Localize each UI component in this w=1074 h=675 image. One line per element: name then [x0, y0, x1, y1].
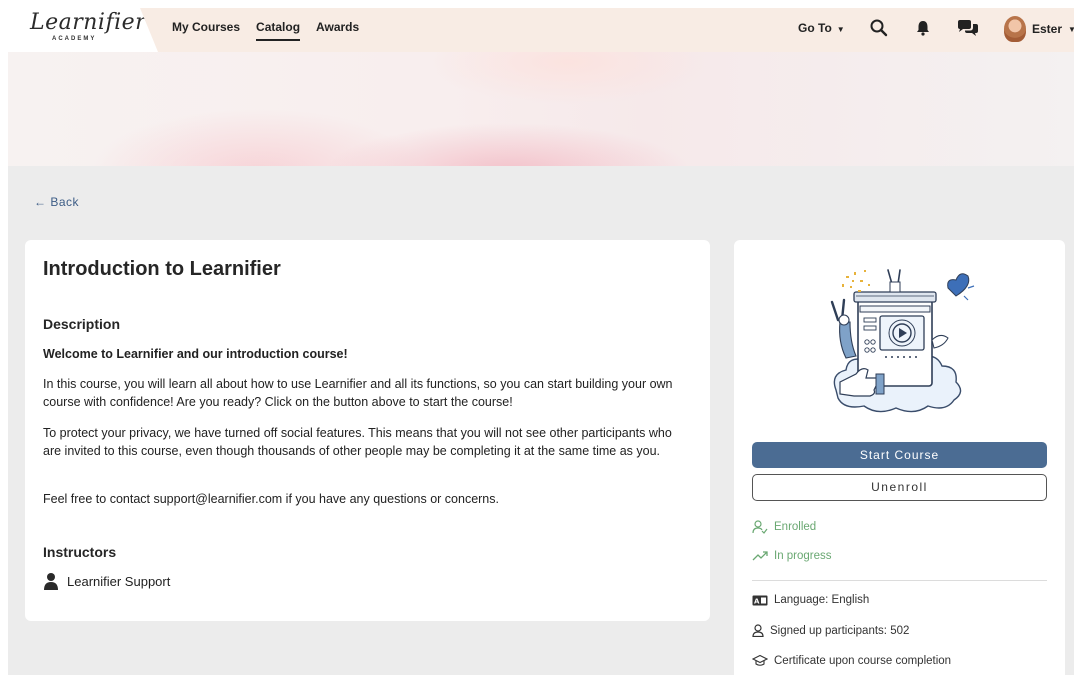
nav-catalog[interactable]: Catalog: [256, 20, 301, 41]
certificate-info: Certificate upon course completion: [752, 654, 951, 667]
svg-text:A: A: [754, 597, 760, 605]
user-check-icon: [752, 520, 768, 534]
certificate-label: Certificate upon course completion: [774, 654, 952, 667]
instructors-heading: Instructors: [43, 544, 117, 560]
user-name: Ester: [1032, 22, 1063, 36]
hero-banner: [8, 52, 1074, 166]
user-menu[interactable]: Ester ▼: [1004, 16, 1074, 42]
course-title: Introduction to Learnifier: [43, 258, 281, 280]
app-frame: Learnifier ACADEMY My Courses Catalog Aw…: [8, 8, 1074, 675]
graduation-cap-icon: [752, 654, 768, 666]
course-sidebar-card: Start Course Unenroll Enrolled In progre…: [734, 240, 1065, 675]
description-heading: Description: [43, 316, 121, 332]
nav-awards[interactable]: Awards: [316, 20, 359, 41]
search-icon[interactable]: [869, 18, 889, 38]
progress-status: In progress: [752, 550, 832, 562]
person-icon: [752, 624, 764, 637]
description-paragraph-3: Feel free to contact support@learnifier.…: [43, 492, 499, 506]
goto-menu[interactable]: Go To ▼: [798, 21, 845, 35]
instructor-item: Learnifier Support: [43, 572, 170, 590]
participants-info: Signed up participants: 502: [752, 624, 909, 637]
nav-my-courses[interactable]: My Courses: [172, 20, 240, 41]
chevron-down-icon: ▼: [836, 25, 845, 34]
top-navigation: Learnifier ACADEMY My Courses Catalog Aw…: [8, 8, 1074, 52]
start-course-button[interactable]: Start Course: [752, 442, 1047, 468]
trend-up-icon: [752, 551, 768, 561]
unenroll-button[interactable]: Unenroll: [752, 474, 1047, 501]
language-label: Language: English: [774, 594, 870, 606]
course-illustration: [830, 269, 975, 413]
language-icon: A: [752, 595, 768, 605]
participants-label: Signed up participants: 502: [770, 624, 910, 637]
progress-label: In progress: [774, 550, 832, 562]
description-paragraph-2: To protect your privacy, we have turned …: [43, 426, 672, 458]
bell-icon[interactable]: [913, 18, 933, 38]
enrolled-status: Enrolled: [752, 520, 816, 534]
back-link[interactable]: ← Back: [34, 195, 79, 209]
logo-wordmark: Learnifier: [30, 10, 147, 35]
course-details-card: Introduction to Learnifier Description W…: [25, 240, 710, 621]
description-paragraph-1: In this course, you will learn all about…: [43, 377, 673, 409]
welcome-text: Welcome to Learnifier and our introducti…: [43, 347, 348, 361]
divider: [752, 580, 1047, 581]
logo-subtitle: ACADEMY: [52, 36, 97, 42]
instructor-name: Learnifier Support: [67, 573, 171, 589]
avatar: [1004, 16, 1026, 42]
logo[interactable]: Learnifier ACADEMY: [8, 8, 158, 52]
enrolled-label: Enrolled: [774, 521, 817, 533]
chat-icon[interactable]: [956, 18, 980, 38]
person-icon: [44, 573, 58, 590]
chevron-down-icon: ▼: [1068, 24, 1074, 34]
language-info: A Language: English: [752, 594, 869, 606]
main-nav: My Courses Catalog Awards: [172, 20, 359, 41]
goto-label: Go To: [798, 21, 832, 35]
